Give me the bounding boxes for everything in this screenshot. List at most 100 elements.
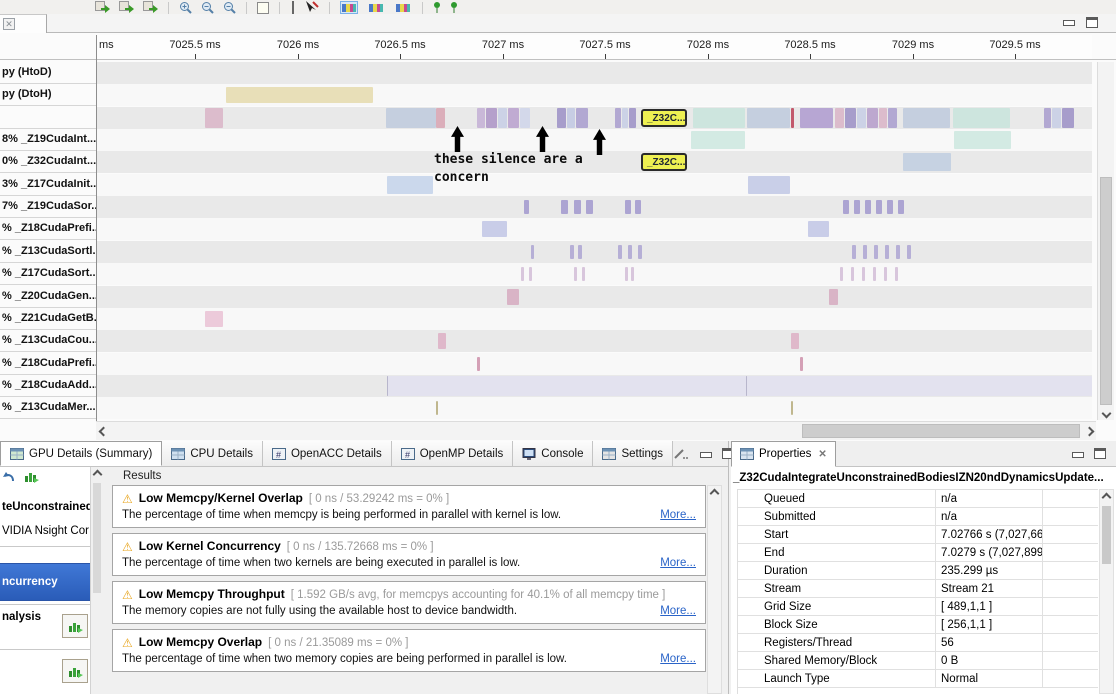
- timeline-interval-bar[interactable]: [631, 267, 634, 281]
- minimize-icon[interactable]: [1071, 449, 1083, 459]
- marker-icon[interactable]: [290, 1, 296, 14]
- more-link[interactable]: More...: [660, 557, 696, 569]
- timeline-interval-bar[interactable]: [524, 200, 529, 214]
- row-label-kernel-row-4[interactable]: 7% _Z19CudaSor...: [0, 196, 96, 218]
- scroll-up-icon[interactable]: [1099, 490, 1113, 504]
- row-label-kernel-row-10[interactable]: % _Z13CudaCou...: [0, 330, 96, 352]
- timeline-interval-bar[interactable]: [746, 376, 747, 396]
- timeline-mode-icon-2[interactable]: [367, 1, 385, 14]
- timeline-interval-bar[interactable]: [885, 245, 889, 259]
- timeline-interval-bar[interactable]: [884, 267, 887, 281]
- timeline-interval-bar[interactable]: [845, 108, 856, 128]
- timeline-horizontal-scrollbar[interactable]: [96, 421, 1096, 440]
- timeline-interval-bar[interactable]: [747, 108, 790, 128]
- analysis-item-ncurrency[interactable]: ncurrency: [0, 563, 90, 601]
- timeline-interval-bar[interactable]: [205, 108, 223, 128]
- row-label-kernel-row-6[interactable]: % _Z13CudaSortl...: [0, 241, 96, 263]
- tab-console[interactable]: Console: [513, 441, 593, 466]
- scroll-up-icon[interactable]: [707, 486, 721, 500]
- timeline-interval-bar[interactable]: [887, 200, 893, 214]
- row-label-compute-summary-row[interactable]: [0, 107, 96, 129]
- tab-properties[interactable]: Properties ✕: [731, 441, 836, 467]
- results-scrollbar[interactable]: [707, 485, 722, 694]
- scrollbar-thumb[interactable]: [93, 483, 101, 593]
- timeline-interval-bar[interactable]: [896, 245, 900, 259]
- timeline-interval-bar[interactable]: [854, 200, 860, 214]
- timeline-interval-bar[interactable]: [863, 245, 867, 259]
- minimize-icon[interactable]: [1062, 17, 1074, 27]
- scroll-right-icon[interactable]: [1082, 424, 1096, 438]
- timeline-interval-bar[interactable]: [691, 131, 745, 149]
- timeline-interval-bar[interactable]: [748, 176, 790, 194]
- export-report-icon[interactable]: [143, 1, 158, 14]
- timeline-interval-bar[interactable]: [436, 401, 438, 415]
- analysis-item-vidia-nsight-cor[interactable]: VIDIA Nsight Cor: [0, 522, 90, 544]
- timeline-interval-bar[interactable]: [874, 245, 878, 259]
- timeline-vertical-scrollbar[interactable]: [1097, 62, 1114, 420]
- timeline-editor-tab[interactable]: ✕: [0, 14, 47, 33]
- timeline-interval-bar[interactable]: [876, 200, 882, 214]
- more-link[interactable]: More...: [660, 605, 696, 617]
- timeline-interval-bar[interactable]: [851, 267, 854, 281]
- timeline-interval-bar[interactable]: [618, 245, 622, 259]
- timeline-interval-bar[interactable]: [486, 108, 497, 128]
- scroll-left-icon[interactable]: [96, 424, 110, 438]
- tab-close-icon[interactable]: ✕: [818, 449, 826, 460]
- analyze-all-icon[interactable]: [24, 470, 39, 483]
- undo-icon[interactable]: [2, 470, 16, 483]
- row-label-memcpy-htod-row[interactable]: py (HtoD): [0, 62, 96, 84]
- timeline-interval-bar[interactable]: [954, 131, 1011, 149]
- row-label-memcpy-dtoh-row[interactable]: py (DtoH): [0, 84, 96, 106]
- timeline-interval-bar[interactable]: [840, 267, 843, 281]
- timeline-interval-bar[interactable]: [498, 108, 507, 128]
- row-label-kernel-row-11[interactable]: % _Z18CudaPrefi...: [0, 353, 96, 375]
- timeline-interval-bar[interactable]: [895, 267, 898, 281]
- timeline-interval-bar[interactable]: [205, 311, 223, 327]
- timeline-interval-bar[interactable]: [387, 376, 1092, 396]
- timeline-interval-bar[interactable]: [574, 267, 577, 281]
- timeline-interval-bar[interactable]: [791, 401, 793, 415]
- row-label-kernel-row-5[interactable]: % _Z18CudaPrefi...: [0, 218, 96, 240]
- timeline-interval-bar[interactable]: [791, 333, 799, 349]
- timeline-interval-bar[interactable]: [507, 289, 519, 305]
- timeline-interval-bar[interactable]: [1062, 108, 1074, 128]
- scroll-down-icon[interactable]: [1099, 406, 1113, 420]
- timeline-interval-bar[interactable]: [625, 200, 631, 214]
- row-label-kernel-row-1[interactable]: 8% _Z19CudaInt...: [0, 129, 96, 151]
- timeline-interval-bar[interactable]: [628, 245, 632, 259]
- timeline-mode-icon-3[interactable]: [394, 1, 412, 14]
- timeline-interval-bar[interactable]: [898, 200, 904, 214]
- highlighted-kernel-label[interactable]: _Z32C...: [641, 109, 687, 127]
- timeline-interval-bar[interactable]: [693, 108, 745, 128]
- view-menu-icon[interactable]: [673, 448, 688, 460]
- timeline-interval-bar[interactable]: [857, 108, 866, 128]
- timeline-interval-bar[interactable]: [561, 200, 568, 214]
- timeline-interval-bar[interactable]: [508, 108, 519, 128]
- timeline-interval-bar[interactable]: [586, 200, 593, 214]
- export-profile-icon[interactable]: [95, 1, 110, 14]
- timeline-interval-bar[interactable]: [625, 267, 628, 281]
- timeline-interval-bar[interactable]: [531, 245, 534, 259]
- timeline-interval-bar[interactable]: [879, 108, 887, 128]
- timeline-interval-bar[interactable]: [852, 245, 856, 259]
- timeline-interval-bar[interactable]: [873, 267, 876, 281]
- pin-icon-2[interactable]: [450, 1, 458, 14]
- timeline-interval-bar[interactable]: [862, 267, 865, 281]
- run-analysis-button[interactable]: [62, 614, 88, 638]
- timeline-interval-bar[interactable]: [482, 221, 507, 237]
- minimize-icon[interactable]: [699, 449, 711, 459]
- timeline-interval-bar[interactable]: [903, 108, 950, 128]
- more-link[interactable]: More...: [660, 653, 696, 665]
- timeline-interval-bar[interactable]: [829, 289, 838, 305]
- timeline-interval-bar[interactable]: [436, 108, 445, 128]
- zoom-out-icon[interactable]: [201, 1, 214, 14]
- pin-icon-1[interactable]: [433, 1, 441, 14]
- row-label-kernel-row-9[interactable]: % _Z21CudaGetB...: [0, 308, 96, 330]
- row-label-kernel-row-13[interactable]: % _Z13CudaMer...: [0, 397, 96, 419]
- scrollbar-thumb[interactable]: [1100, 177, 1112, 405]
- timeline-interval-bar[interactable]: [1052, 108, 1061, 128]
- zoom-in-icon[interactable]: [179, 1, 192, 14]
- tab-openmp-details[interactable]: #OpenMP Details: [392, 441, 514, 466]
- row-label-kernel-row-12[interactable]: % _Z18CudaAdd...: [0, 375, 96, 397]
- tab-gpu-details-summary-[interactable]: GPU Details (Summary): [0, 441, 162, 466]
